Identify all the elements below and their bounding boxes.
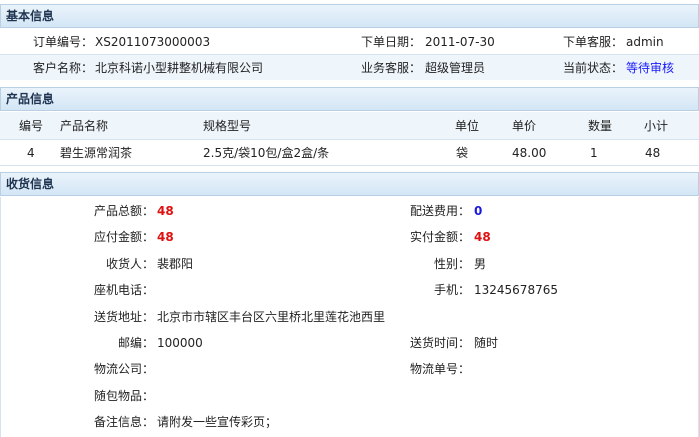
paid-label: 实付金额： — [410, 230, 471, 244]
address-label: 送货地址： — [94, 310, 155, 324]
col-header-subtotal: 小计 — [644, 119, 669, 133]
cell-price: 48.00 — [512, 146, 547, 160]
basic-info-header: 基本信息 — [0, 4, 699, 28]
zip-label: 邮编： — [118, 336, 155, 350]
order-staff-value: admin — [626, 35, 664, 49]
biz-staff-value: 超级管理员 — [425, 61, 486, 75]
cell-name: 碧生源常润茶 — [60, 146, 133, 160]
order-staff-label: 下单客服： — [563, 35, 624, 49]
receiver-label: 收货人： — [106, 257, 155, 271]
cell-id: 4 — [27, 146, 35, 160]
order-no-value: XS2011073000003 — [95, 35, 211, 49]
col-header-qty: 数量 — [588, 119, 613, 133]
product-info-header: 产品信息 — [0, 87, 699, 111]
biz-staff-label: 业务客服： — [361, 61, 422, 75]
phone-label: 座机电话： — [94, 283, 155, 297]
col-header-name: 产品名称 — [60, 119, 109, 133]
basic-info-title: 基本信息 — [6, 9, 55, 23]
customer-value: 北京科诺小型耕整机械有限公司 — [95, 61, 264, 75]
mobile-value: 13245678765 — [474, 283, 558, 297]
gift-label: 随包物品： — [94, 389, 155, 403]
address-value: 北京市市辖区丰台区六里桥北里莲花池西里 — [157, 310, 386, 324]
total-label: 产品总额： — [94, 204, 155, 218]
paid-value: 48 — [474, 230, 491, 244]
payable-value: 48 — [157, 230, 174, 244]
gender-value: 男 — [474, 257, 487, 271]
delivery-time-label: 送货时间： — [410, 336, 471, 350]
status-value: 等待审核 — [626, 61, 675, 75]
payable-label: 应付金额： — [94, 230, 155, 244]
mobile-label: 手机： — [434, 283, 471, 297]
note-label: 备注信息： — [94, 415, 155, 429]
col-header-spec: 规格型号 — [203, 119, 252, 133]
shipping-fee-value: 0 — [474, 204, 483, 218]
cell-spec: 2.5克/袋10包/盒2盒/条 — [203, 146, 330, 160]
order-date-value: 2011-07-30 — [425, 35, 495, 49]
order-date-label: 下单日期： — [361, 35, 422, 49]
shipping-fee-label: 配送费用： — [410, 204, 471, 218]
tracking-label: 物流单号： — [410, 362, 471, 376]
receive-info-header: 收货信息 — [0, 172, 699, 196]
order-no-label: 订单编号： — [33, 35, 94, 49]
receive-info-title: 收货信息 — [6, 177, 55, 191]
cell-unit: 袋 — [456, 146, 469, 160]
cell-qty: 1 — [590, 146, 598, 160]
total-value: 48 — [157, 204, 174, 218]
col-header-unit: 单位 — [455, 119, 480, 133]
delivery-time-value: 随时 — [474, 336, 499, 350]
gender-label: 性别： — [434, 257, 471, 271]
note-value: 请附发一些宣传彩页； — [157, 415, 278, 429]
col-header-price: 单价 — [512, 119, 537, 133]
product-info-title: 产品信息 — [6, 92, 55, 106]
zip-value: 100000 — [157, 336, 203, 350]
col-header-id: 编号 — [19, 119, 44, 133]
customer-label: 客户名称： — [33, 61, 94, 75]
receiver-value: 裴郡阳 — [157, 257, 194, 271]
status-label: 当前状态： — [563, 61, 624, 75]
cell-subtotal: 48 — [645, 146, 661, 160]
logistics-label: 物流公司： — [94, 362, 155, 376]
